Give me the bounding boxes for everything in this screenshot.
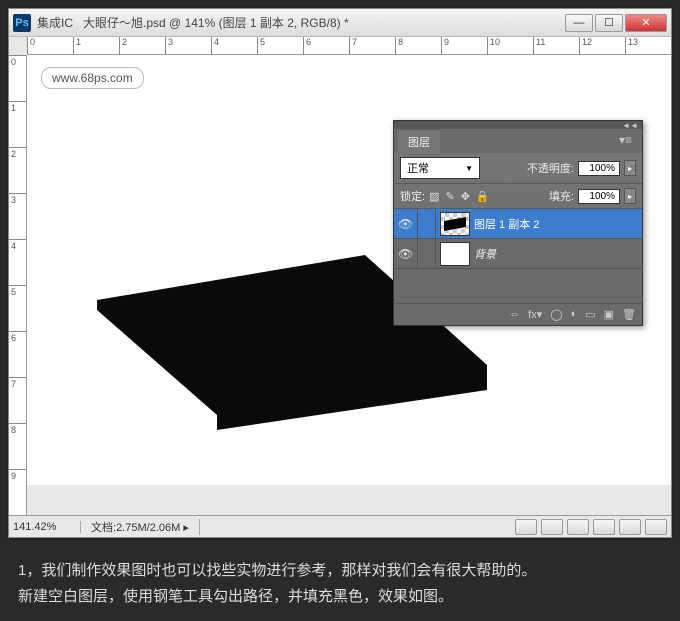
lock-position-icon[interactable]: ✥ [461, 190, 470, 203]
photoshop-window: Ps 集成IC 大眼仔～旭.psd @ 141% (图层 1 副本 2, RGB… [8, 8, 672, 538]
status-icon[interactable] [515, 519, 537, 535]
layer-thumbnail[interactable] [440, 242, 470, 266]
status-icon[interactable] [645, 519, 667, 535]
layers-tab[interactable]: 图层 [398, 131, 440, 153]
zoom-field[interactable]: 141.42% [9, 521, 81, 533]
window-title: 集成IC 大眼仔～旭.psd @ 141% (图层 1 副本 2, RGB/8)… [37, 14, 565, 31]
layer-list: 👁 图层 1 副本 2 👁 背景 [394, 209, 642, 303]
panel-footer: ⇔ fx▾ ◯ ◐ ▭ ▣ 🗑 [394, 303, 642, 325]
fill-input[interactable]: 100% [578, 189, 620, 204]
canvas[interactable]: www.68ps.com ◄◄ 图层 ▾≡ 正常 不透明度: 100% ▸ 锁定… [27, 55, 671, 485]
lock-all-icon[interactable]: 🔒 [476, 190, 490, 203]
lock-transparency-icon[interactable]: ▨ [429, 190, 439, 203]
trash-icon[interactable]: 🗑 [622, 308, 636, 321]
group-icon[interactable]: ▭ [585, 308, 595, 321]
maximize-button[interactable]: ☐ [595, 14, 623, 32]
fill-flyout-icon[interactable]: ▸ [624, 188, 636, 204]
fx-icon[interactable]: fx▾ [528, 308, 542, 321]
lock-label: 锁定: [400, 188, 425, 204]
panel-menu-icon[interactable]: ▾≡ [613, 131, 638, 153]
link-layers-icon[interactable]: ⇔ [509, 308, 520, 321]
layer-row[interactable]: 👁 背景 [394, 239, 642, 269]
minimize-button[interactable]: — [565, 14, 593, 32]
ruler-vertical: 0123456789 [9, 55, 27, 515]
mask-icon[interactable]: ◯ [550, 308, 562, 321]
caption: 1，我们制作效果图时也可以找些实物进行参考，那样对我们会有很大帮助的。 新建空白… [0, 546, 680, 621]
status-icon[interactable] [593, 519, 615, 535]
app-icon: Ps [13, 14, 31, 32]
opacity-label: 不透明度: [527, 160, 574, 176]
ruler-horizontal: 012345678910111213 [27, 37, 671, 55]
layer-name: 背景 [474, 246, 496, 262]
adjustment-icon[interactable]: ◐ [571, 308, 578, 321]
layer-row[interactable]: 👁 图层 1 副本 2 [394, 209, 642, 239]
layers-panel: ◄◄ 图层 ▾≡ 正常 不透明度: 100% ▸ 锁定: ▨ ✎ ✥ 🔒 填充:… [393, 120, 643, 326]
new-layer-icon[interactable]: ▣ [604, 308, 614, 321]
opacity-flyout-icon[interactable]: ▸ [624, 160, 636, 176]
visibility-icon[interactable]: 👁 [394, 209, 418, 238]
status-icon[interactable] [541, 519, 563, 535]
status-icon[interactable] [619, 519, 641, 535]
titlebar: Ps 集成IC 大眼仔～旭.psd @ 141% (图层 1 副本 2, RGB… [9, 9, 671, 37]
link-column[interactable] [418, 209, 436, 238]
status-icon[interactable] [567, 519, 589, 535]
blend-mode-dropdown[interactable]: 正常 [400, 157, 480, 179]
panel-collapse-bar[interactable]: ◄◄ [394, 121, 642, 129]
doc-info: 文档:2.75M/2.06M ▸ [81, 519, 200, 535]
lock-pixels-icon[interactable]: ✎ [445, 190, 454, 203]
layer-name: 图层 1 副本 2 [474, 216, 539, 232]
visibility-icon[interactable]: 👁 [394, 239, 418, 268]
layer-thumbnail[interactable] [440, 212, 470, 236]
statusbar: 141.42% 文档:2.75M/2.06M ▸ [9, 515, 671, 537]
opacity-input[interactable]: 100% [578, 161, 620, 176]
close-button[interactable]: ✕ [625, 14, 667, 32]
watermark: www.68ps.com [41, 67, 144, 89]
link-column[interactable] [418, 239, 436, 268]
fill-label: 填充: [549, 188, 574, 204]
